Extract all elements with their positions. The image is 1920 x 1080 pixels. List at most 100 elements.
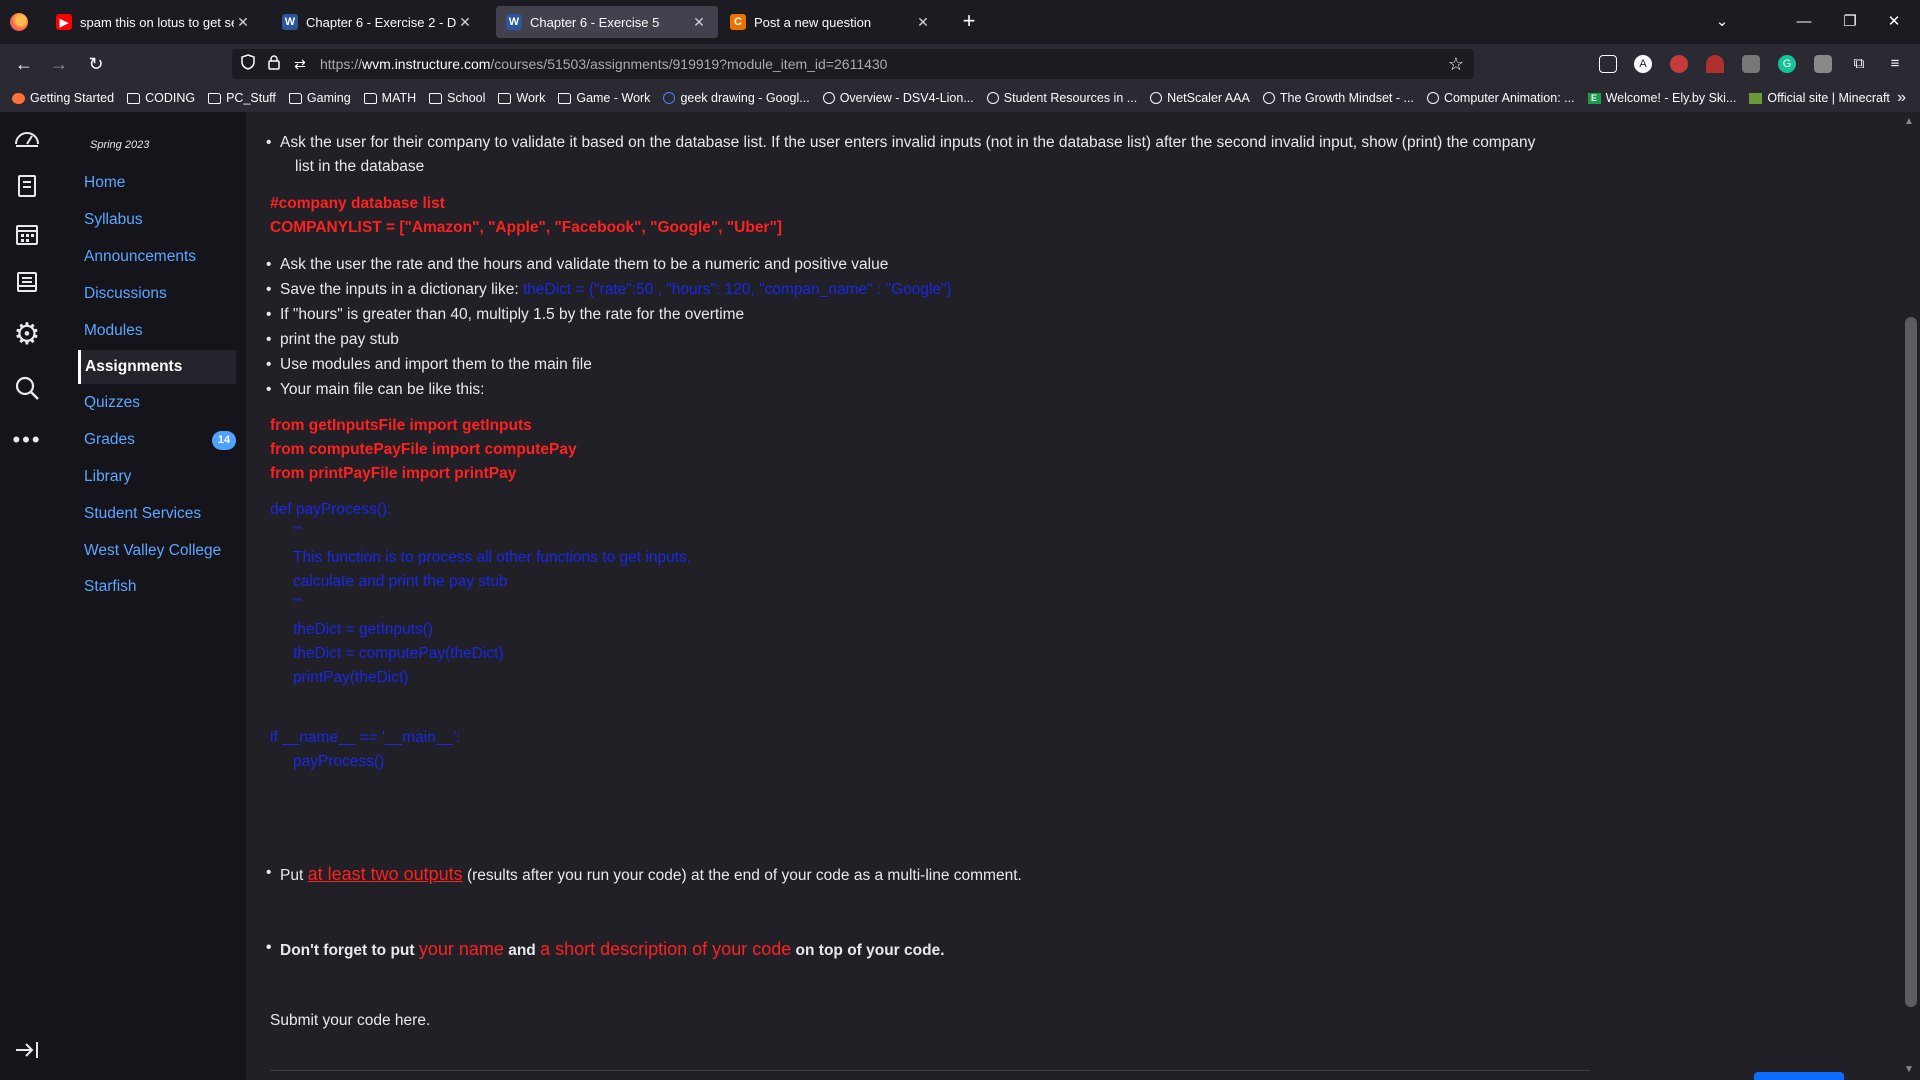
- bookmark-folder[interactable]: PC_Stuff: [208, 91, 276, 105]
- instruction-bullet: print the pay stub: [266, 331, 399, 349]
- firefox-menu-icon[interactable]: [10, 13, 28, 31]
- course-nav-home[interactable]: Home: [78, 166, 236, 200]
- hamburger-menu-icon[interactable]: ≡: [1886, 55, 1904, 73]
- bookmark-folder[interactable]: Game - Work: [558, 91, 650, 105]
- bookmark-star-icon[interactable]: ☆: [1446, 54, 1466, 74]
- scroll-up-arrow-icon[interactable]: ▲: [1904, 116, 1914, 127]
- forward-button[interactable]: →: [45, 50, 73, 78]
- tracking-protection-shield-icon[interactable]: [238, 54, 258, 74]
- bookmark[interactable]: The Growth Mindset - ...: [1262, 91, 1414, 105]
- bookmark[interactable]: E Welcome! - Ely.by Ski...: [1587, 91, 1736, 105]
- bookmark[interactable]: NetScaler AAA: [1150, 91, 1250, 105]
- bookmark-folder[interactable]: MATH: [363, 91, 416, 105]
- scrollbar-thumb[interactable]: [1905, 317, 1917, 1007]
- globe-icon: [1426, 92, 1439, 104]
- submit-instruction: Submit your code here.: [270, 1012, 431, 1029]
- course-nav-modules[interactable]: Modules: [78, 314, 236, 348]
- settings-gear-icon[interactable]: ⚙: [11, 318, 43, 351]
- permissions-icon[interactable]: ⇄: [290, 54, 310, 74]
- course-nav-grades[interactable]: Grades 14: [78, 423, 236, 457]
- address-bar[interactable]: ⇄ https://wvm.instructure.com/courses/51…: [232, 49, 1474, 79]
- navigation-toolbar: ← → ↻ ⇄ https://wvm.instructure.com/cour…: [0, 44, 1920, 84]
- extension-icon[interactable]: [1670, 55, 1688, 73]
- browser-tab-active[interactable]: W Chapter 6 - Exercise 5 ✕: [496, 6, 718, 38]
- pocket-icon[interactable]: [1599, 55, 1617, 73]
- word-icon: W: [506, 14, 522, 30]
- page-scrollbar[interactable]: ▲ ▼: [1900, 112, 1920, 1080]
- google-icon: [663, 92, 676, 104]
- code-line: from computePayFile import computePay: [270, 441, 577, 458]
- close-tab-icon[interactable]: ✕: [456, 14, 474, 31]
- bookmark[interactable]: Computer Animation: ...: [1426, 91, 1575, 105]
- course-nav-syllabus[interactable]: Syllabus: [78, 203, 236, 237]
- inbox-icon[interactable]: [11, 266, 43, 298]
- bookmark[interactable]: Student Resources in ...: [986, 91, 1137, 105]
- bookmark[interactable]: Getting Started: [12, 91, 114, 105]
- chegg-icon: C: [730, 14, 746, 30]
- scroll-down-arrow-icon[interactable]: ▼: [1904, 1064, 1914, 1075]
- code-line: ''': [293, 524, 302, 541]
- extension-icon[interactable]: [1814, 55, 1832, 73]
- course-nav-assignments[interactable]: Assignments: [78, 350, 236, 384]
- youtube-icon: ▶: [56, 14, 72, 30]
- code-line: theDict = computePay(theDict): [293, 645, 504, 662]
- submit-button[interactable]: [1754, 1072, 1844, 1080]
- course-nav-announcements[interactable]: Announcements: [78, 240, 236, 274]
- course-nav-library[interactable]: Library: [78, 460, 236, 494]
- lock-icon[interactable]: [264, 54, 284, 74]
- more-bookmarks-icon[interactable]: »: [1897, 89, 1906, 107]
- firefox-icon: [12, 92, 25, 104]
- instruction-bullet: Put at least two outputs (results after …: [266, 864, 1022, 885]
- emphasis-text: a short description of your code: [540, 939, 792, 959]
- url-text[interactable]: https://wvm.instructure.com/courses/5150…: [320, 56, 887, 72]
- code-line: if __name__ == '__main__':: [270, 729, 461, 746]
- course-nav-quizzes[interactable]: Quizzes: [78, 386, 236, 420]
- folder-icon: [208, 92, 222, 104]
- bookmark[interactable]: Official site | Minecraft: [1749, 91, 1890, 105]
- instruction-bullet: Ask the user the rate and the hours and …: [266, 256, 888, 274]
- close-window-button[interactable]: ✕: [1872, 8, 1916, 36]
- collapse-nav-icon[interactable]: [11, 1034, 43, 1066]
- course-nav-student-services[interactable]: Student Services: [78, 497, 236, 531]
- dashboard-icon[interactable]: [11, 122, 43, 154]
- new-tab-button[interactable]: +: [955, 8, 983, 36]
- restore-button[interactable]: ❐: [1828, 8, 1872, 36]
- courses-icon[interactable]: [11, 170, 43, 202]
- extension-icon[interactable]: [1706, 55, 1724, 73]
- bookmarks-toolbar: Getting Started CODING PC_Stuff Gaming M…: [0, 84, 1920, 112]
- grammarly-icon[interactable]: G: [1778, 55, 1796, 73]
- code-line: calculate and print the pay stub: [293, 573, 508, 590]
- extensions-puzzle-icon[interactable]: ⧉: [1850, 55, 1868, 73]
- calendar-icon[interactable]: [11, 218, 43, 250]
- course-nav-discussions[interactable]: Discussions: [78, 277, 236, 311]
- back-button[interactable]: ←: [10, 50, 38, 78]
- code-line: ''': [293, 596, 302, 613]
- folder-icon: [558, 92, 572, 104]
- bookmark[interactable]: geek drawing - Googl...: [663, 91, 810, 105]
- bookmark-folder[interactable]: CODING: [127, 91, 195, 105]
- bookmark-folder[interactable]: School: [429, 91, 485, 105]
- account-icon[interactable]: A: [1634, 55, 1652, 73]
- close-tab-icon[interactable]: ✕: [914, 14, 932, 31]
- bookmark-folder[interactable]: Gaming: [288, 91, 351, 105]
- extension-icon[interactable]: [1742, 55, 1760, 73]
- folder-icon: [127, 92, 141, 104]
- emphasis-text: at least two outputs: [307, 864, 463, 884]
- browser-tab[interactable]: ▶ spam this on lotus to get senpai ✕: [46, 6, 262, 38]
- close-tab-icon[interactable]: ✕: [690, 14, 708, 31]
- more-options-icon[interactable]: •••: [11, 424, 43, 456]
- word-icon: W: [282, 14, 298, 30]
- browser-tab[interactable]: W Chapter 6 - Exercise 2 - Diction ✕: [272, 6, 484, 38]
- browser-tab[interactable]: C Post a new question ✕: [720, 6, 942, 38]
- reload-button[interactable]: ↻: [82, 50, 110, 78]
- list-all-tabs-icon[interactable]: ⌄: [1700, 8, 1744, 36]
- close-tab-icon[interactable]: ✕: [234, 14, 252, 31]
- minimize-button[interactable]: —: [1782, 8, 1826, 36]
- bookmark-folder[interactable]: Work: [498, 91, 545, 105]
- search-icon[interactable]: [11, 372, 43, 404]
- course-nav-starfish[interactable]: Starfish: [78, 570, 236, 604]
- bookmark[interactable]: Overview - DSV4-Lion...: [822, 91, 974, 105]
- globe-icon: [1262, 92, 1275, 104]
- browser-tab-strip: ▶ spam this on lotus to get senpai ✕ W C…: [0, 0, 1920, 44]
- course-nav-west-valley-college[interactable]: West Valley College: [78, 534, 236, 568]
